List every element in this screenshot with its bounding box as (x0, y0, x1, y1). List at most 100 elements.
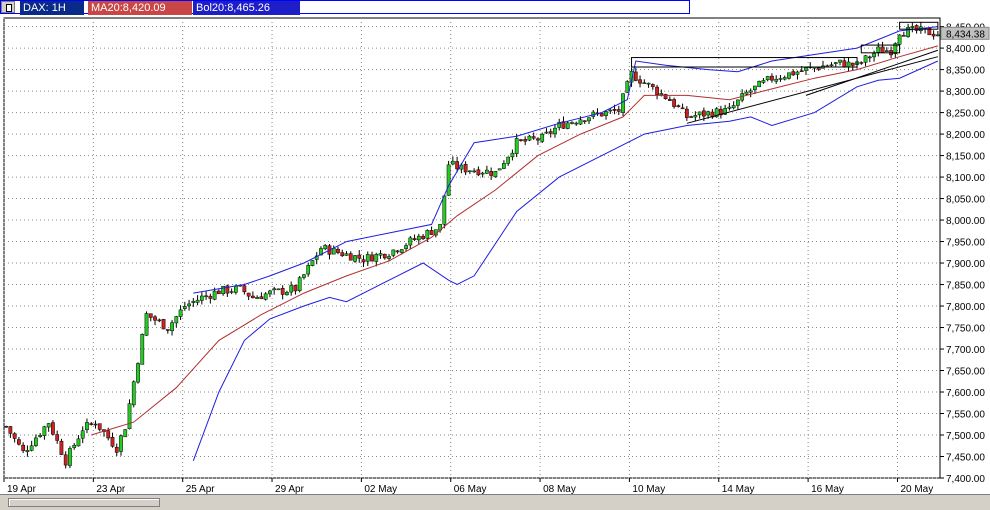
candle-bear (531, 136, 536, 139)
candle-bear (17, 439, 21, 445)
candle-bull (25, 450, 30, 452)
candle-bull (255, 297, 260, 299)
candle-bull (910, 26, 915, 28)
candle-bull (195, 299, 200, 303)
candle-bull (378, 253, 383, 256)
candle-bull (485, 169, 489, 174)
candle-bear (582, 120, 587, 122)
candle-bear (21, 444, 26, 451)
candle-bear (676, 105, 681, 108)
x-tick-label: 08 May (543, 484, 576, 494)
candle-bear (616, 109, 621, 112)
candle-bear (4, 426, 8, 428)
plot-area (3, 17, 941, 479)
candle-bull (80, 430, 85, 439)
x-tick-label: 29 Apr (275, 484, 305, 494)
candle-bull (544, 131, 549, 134)
candle-bull (838, 59, 842, 63)
y-tick-label: 7,900.00 (946, 259, 985, 270)
candle-bull (578, 119, 583, 125)
candle-bull (365, 254, 370, 262)
candle-bull (587, 117, 591, 122)
candle-bear (357, 254, 362, 259)
candle-bull (234, 285, 238, 293)
candle-bull (374, 254, 379, 262)
candle-bear (702, 110, 706, 117)
candle-bull (391, 249, 396, 256)
candle-bull (387, 256, 391, 259)
candle-bull (565, 122, 570, 129)
candle-bull (642, 82, 647, 85)
candle-bear (12, 433, 17, 439)
candle-bull (510, 152, 515, 158)
x-tick-label: 10 May (632, 484, 665, 494)
candle-bear (280, 288, 285, 295)
x-tick-label: 02 May (364, 484, 397, 494)
candle-bull (897, 34, 902, 45)
candle-bull (144, 313, 149, 336)
candle-bull (514, 138, 519, 154)
title-bar: DAX: 1H MA20:8,420.09 Bol20:8,465.26 (0, 0, 990, 16)
candle-bear (336, 248, 340, 253)
candle-bull (446, 164, 451, 196)
candle-bull (268, 290, 272, 295)
candle-bear (165, 329, 170, 331)
candle-bear (850, 62, 855, 66)
candle-bear (880, 46, 885, 54)
candle-bull (757, 80, 762, 88)
candle-bear (799, 70, 804, 72)
candle-bull (276, 288, 281, 291)
candle-bear (519, 139, 523, 141)
candle-bear (914, 25, 919, 31)
candle-bull (753, 85, 757, 90)
candle-bull (761, 80, 766, 83)
candle-bear (293, 285, 298, 292)
candle-bull (187, 303, 191, 307)
window-icon[interactable] (1, 1, 15, 13)
candle-bull (574, 122, 579, 125)
candle-bull (502, 163, 506, 169)
candle-bear (791, 71, 796, 76)
y-tick-label: 8,250.00 (946, 109, 985, 120)
candle-bull (833, 62, 838, 64)
candle-bull (697, 111, 702, 116)
candle-bull (34, 437, 38, 446)
candle-bull (285, 292, 289, 296)
candle-bull (289, 285, 294, 293)
candle-bull (748, 90, 753, 93)
candle-bull (659, 93, 664, 95)
candle-bull (872, 53, 876, 58)
candle-bull (553, 127, 557, 135)
candle-bear (51, 422, 55, 435)
candle-bear (106, 430, 111, 439)
candle-bull (131, 381, 136, 406)
candle-bull (646, 82, 651, 85)
candle-bear (348, 253, 353, 261)
candle-bull (38, 435, 43, 437)
candle-bear (633, 71, 638, 81)
candle-bull (272, 288, 277, 291)
candle-bull (416, 235, 421, 241)
candle-bull (450, 160, 455, 165)
candle-bull (480, 172, 485, 175)
candle-bear (216, 290, 221, 295)
scrollbar-thumb[interactable] (8, 498, 160, 507)
candle-bear (259, 296, 264, 300)
horizontal-scrollbar[interactable] (0, 494, 990, 510)
candle-bull (506, 156, 511, 164)
candle-bull (72, 445, 77, 448)
candle-bear (684, 108, 689, 118)
price-chart[interactable]: 7,400.00 7,450.00 7,500.00 7,550.00 7,600.00… (0, 16, 990, 494)
candle-bull (212, 290, 217, 300)
candle-bear (842, 60, 847, 68)
candle-bull (178, 309, 183, 317)
ma-indicator-label: MA20:8,420.09 (88, 1, 192, 15)
y-tick-label: 7,700.00 (946, 345, 985, 356)
candle-bull (353, 255, 357, 262)
candle-bear (650, 84, 655, 87)
x-tick-label: 16 May (811, 484, 844, 494)
candle-bear (429, 230, 434, 235)
y-tick-label: 7,650.00 (946, 367, 985, 378)
candle-bull (497, 168, 502, 171)
candle-bear (463, 163, 468, 173)
